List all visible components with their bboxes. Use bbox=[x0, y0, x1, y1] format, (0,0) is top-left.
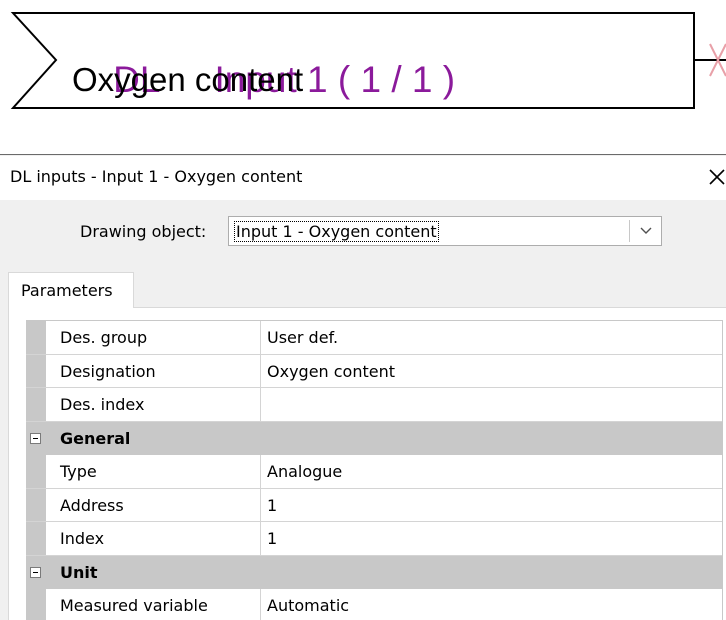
property-row-des-index[interactable]: Des. index bbox=[26, 388, 722, 422]
dropdown-separator bbox=[629, 220, 630, 242]
column-divider bbox=[260, 488, 261, 521]
property-row-des-group[interactable]: Des. group User def. bbox=[26, 321, 722, 355]
grid-margin bbox=[26, 488, 46, 521]
block-designation[interactable]: Oxygen content bbox=[72, 60, 303, 100]
tab-parameters-label: Parameters bbox=[21, 281, 113, 300]
property-value[interactable]: User def. bbox=[267, 328, 338, 347]
category-label: Unit bbox=[60, 562, 98, 582]
property-value[interactable]: 1 bbox=[267, 529, 277, 548]
property-name: Des. group bbox=[60, 328, 148, 347]
dialog-title: DL inputs - Input 1 - Oxygen content bbox=[10, 167, 303, 186]
property-grid: Des. group User def. Designation Oxygen … bbox=[26, 320, 723, 620]
column-divider bbox=[260, 388, 261, 421]
property-row-address[interactable]: Address 1 bbox=[26, 488, 722, 522]
property-value[interactable]: Analogue bbox=[267, 462, 342, 481]
grid-margin bbox=[26, 589, 46, 620]
column-divider bbox=[260, 522, 261, 555]
property-value[interactable]: 1 bbox=[267, 496, 277, 515]
column-divider bbox=[260, 321, 261, 354]
property-name: Designation bbox=[60, 361, 156, 381]
property-name: Index bbox=[60, 529, 105, 548]
grid-margin bbox=[26, 388, 46, 421]
grid-margin bbox=[26, 354, 46, 387]
chevron-down-icon[interactable] bbox=[639, 224, 653, 238]
category-row-general[interactable]: General bbox=[26, 421, 722, 455]
drawing-object-value: Input 1 - Oxygen content bbox=[234, 221, 439, 242]
property-row-designation[interactable]: Designation Oxygen content bbox=[26, 354, 722, 388]
column-divider bbox=[260, 354, 261, 387]
tab-parameters[interactable]: Parameters bbox=[8, 272, 134, 308]
drawing-object-label: Drawing object: bbox=[80, 222, 207, 241]
property-row-type[interactable]: Type Analogue bbox=[26, 455, 722, 489]
property-name: Des. index bbox=[60, 395, 145, 414]
category-row-unit[interactable]: Unit bbox=[26, 555, 722, 589]
collapse-icon[interactable] bbox=[30, 432, 41, 444]
screen: DL Input 1 ( 1 / 1 ) Oxygen content DL in… bbox=[0, 0, 726, 620]
property-row-index[interactable]: Index 1 bbox=[26, 522, 722, 556]
column-divider bbox=[260, 455, 261, 488]
collapse-icon[interactable] bbox=[30, 566, 41, 578]
property-row-measured-variable[interactable]: Measured variable Automatic bbox=[26, 589, 722, 620]
category-label: General bbox=[60, 428, 131, 448]
grid-margin bbox=[26, 321, 46, 354]
property-value[interactable]: Oxygen content bbox=[267, 362, 395, 381]
property-name: Type bbox=[60, 462, 97, 481]
close-icon[interactable] bbox=[705, 162, 726, 192]
property-name: Measured variable bbox=[60, 596, 208, 615]
drawing-object-dropdown[interactable]: Input 1 - Oxygen content bbox=[228, 216, 662, 246]
grid-margin bbox=[26, 455, 46, 488]
property-value[interactable]: Automatic bbox=[267, 596, 349, 615]
property-name: Address bbox=[60, 495, 124, 515]
column-divider bbox=[260, 589, 261, 620]
grid-margin bbox=[26, 522, 46, 555]
dialog-titlebar[interactable]: DL inputs - Input 1 - Oxygen content bbox=[0, 156, 726, 200]
